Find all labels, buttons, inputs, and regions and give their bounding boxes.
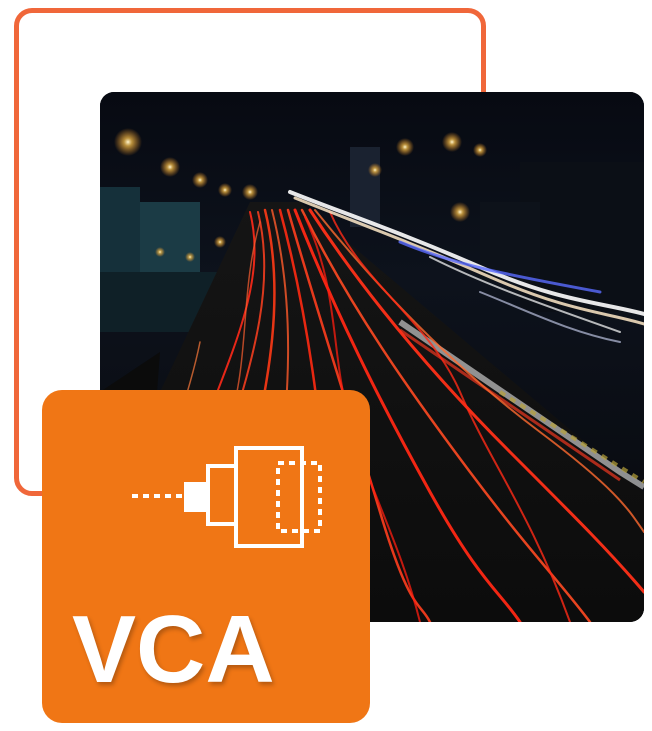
vca-label: VCA xyxy=(72,596,275,703)
video-content-analytics-icon xyxy=(132,446,322,548)
vca-badge-card: VCA xyxy=(42,390,370,723)
